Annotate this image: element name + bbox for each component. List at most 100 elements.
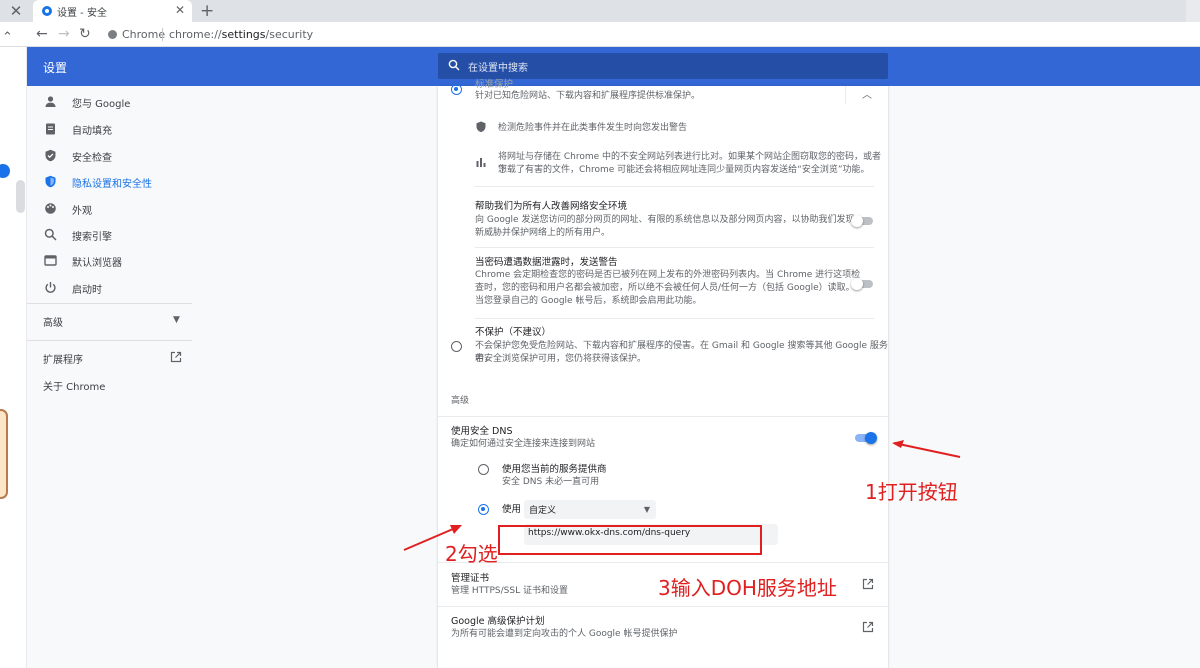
password-warn-title: 当密码遭遇数据泄露时，发送警告 <box>475 257 618 268</box>
sidebar-item-appearance[interactable]: 外观 <box>27 197 192 221</box>
side-panel-strip <box>0 47 27 668</box>
toggle-knob <box>851 215 863 227</box>
current-provider-desc: 安全 DNS 未必一直可用 <box>502 477 600 487</box>
search-icon <box>448 59 460 71</box>
tab-title: 设置 - 安全 <box>57 8 107 19</box>
sidebar-item-you-and-google[interactable]: 您与 Google <box>27 90 192 114</box>
external-link-icon[interactable] <box>862 578 874 590</box>
sidebar-item-label: 默认浏览器 <box>72 258 122 269</box>
standard-bullet-2-line-2: 下载了有害的文件，Chrome 可能还会将相应网址连同少量网页内容发送给“安全浏… <box>498 165 870 175</box>
secure-dns-title: 使用安全 DNS <box>451 426 513 437</box>
divider <box>438 606 888 607</box>
chrome-icon <box>108 30 117 39</box>
side-panel-icon[interactable] <box>0 164 10 178</box>
password-warn-line-2: 查时，您的密码和用户名都会被加密，所以绝不会被任何人员/任何一方（包括 Goog… <box>475 283 855 293</box>
current-provider-label: 使用您当前的服务提供商 <box>502 464 607 475</box>
advanced-protection-title[interactable]: Google 高级保护计划 <box>451 615 545 628</box>
sidebar-divider <box>27 340 192 341</box>
standard-bullet-1: 检测危险事件并在此类事件发生时向您发出警告 <box>498 123 688 133</box>
dns-provider-select[interactable]: 自定义 ▼ <box>524 500 656 519</box>
standard-desc: 针对已知危险网站、下载内容和扩展程序提供标准保护。 <box>475 91 701 101</box>
sidebar-item-label: 启动时 <box>72 285 102 296</box>
annotation-step-2: 2勾选 <box>445 542 498 566</box>
toggle-knob <box>851 278 863 290</box>
power-icon <box>45 282 56 293</box>
select-value: 自定义 <box>529 506 557 516</box>
reload-icon[interactable]: ↻ <box>79 26 91 42</box>
settings-search[interactable]: 在设置中搜索 <box>438 53 888 79</box>
omnibox[interactable]: Chrome chrome://settings/security <box>100 24 1190 45</box>
caret-down-icon: ▼ <box>643 505 650 514</box>
arrow-icon <box>892 440 961 458</box>
manage-certs-title[interactable]: 管理证书 <box>451 572 489 585</box>
manage-certs-desc: 管理 HTTPS/SSL 证书和设置 <box>451 586 568 596</box>
sidebar-item-safety-check[interactable]: 安全检查 <box>27 144 192 168</box>
annotation-step-3: 3输入DOH服务地址 <box>658 576 837 600</box>
annotation-step-1: 1打开按钮 <box>865 480 958 504</box>
radio-no-protection[interactable] <box>451 341 462 352</box>
external-link-icon[interactable] <box>170 351 182 363</box>
palette-icon <box>45 203 56 214</box>
advanced-heading: 高级 <box>451 396 470 406</box>
close-icon[interactable]: ✕ <box>6 3 26 19</box>
password-warn-line-3: 当您登录自己的 Google 帐号后，系统即会启用此功能。 <box>475 296 702 306</box>
sidebar-divider <box>27 303 192 304</box>
chevron-up-icon[interactable]: ⌃ <box>2 30 13 45</box>
toolbar: ⌃ ← → ↻ Chrome chrome://settings/securit… <box>0 22 1200 47</box>
sidebar-item-search-engine[interactable]: 搜索引擎 <box>27 223 192 247</box>
page-title: 设置 <box>43 61 68 75</box>
external-link-icon[interactable] <box>862 621 874 633</box>
new-tab-button[interactable]: + <box>200 1 214 21</box>
help-improve-toggle[interactable] <box>851 215 873 227</box>
sidebar-extensions[interactable]: 扩展程序 <box>43 351 83 366</box>
secure-dns-toggle[interactable] <box>855 432 877 444</box>
divider <box>475 186 874 187</box>
divider <box>438 416 888 417</box>
settings-header: 设置 在设置中搜索 <box>27 47 1200 86</box>
caret-down-icon[interactable]: ▼ <box>173 315 180 325</box>
shield-icon <box>476 121 486 132</box>
scrollbar[interactable] <box>16 180 25 213</box>
chevron-up-icon[interactable]: ︿ <box>862 86 872 101</box>
sticker-image <box>0 409 8 499</box>
sidebar-advanced[interactable]: 高级 <box>43 314 63 329</box>
sidebar-about-chrome[interactable]: 关于 Chrome <box>43 378 105 393</box>
forward-icon[interactable]: → <box>58 26 70 42</box>
sidebar-item-label: 外观 <box>72 206 92 217</box>
sidebar-item-privacy-security[interactable]: 隐私设置和安全性 <box>27 170 192 194</box>
person-icon <box>45 96 56 107</box>
clipboard-icon <box>46 123 55 135</box>
search-input[interactable]: 在设置中搜索 <box>468 59 528 74</box>
password-warn-line-1: Chrome 会定期检查您的密码是否已被列在网上发布的外泄密码列表内。当 Chr… <box>475 270 861 280</box>
radio-standard-protection[interactable] <box>451 84 462 95</box>
omnibox-url: chrome://settings/security <box>169 28 314 41</box>
help-improve-line-1: 向 Google 发送您访问的部分网页的网址、有限的系统信息以及部分网页内容，以… <box>475 215 855 225</box>
sidebar-item-on-startup[interactable]: 启动时 <box>27 276 192 300</box>
secure-dns-desc: 确定如何通过安全连接来连接到网站 <box>451 439 596 449</box>
sidebar-item-label: 自动填充 <box>72 126 112 137</box>
bar-chart-icon <box>476 158 486 167</box>
help-improve-title: 帮助我们为所有人改善网络安全环境 <box>475 201 628 212</box>
no-protection-title: 不保护（不建议） <box>475 327 552 338</box>
omnibox-site: Chrome <box>122 28 166 41</box>
gear-icon <box>42 6 52 16</box>
advanced-protection-desc: 为所有可能会遭到定向攻击的个人 Google 帐号提供保护 <box>451 629 678 639</box>
toggle-knob <box>865 432 877 444</box>
tab-settings[interactable]: 设置 - 安全 ✕ <box>33 0 192 22</box>
annotation-highlight-box <box>498 525 762 555</box>
tab-strip: ✕ 设置 - 安全 ✕ + <box>0 0 1200 22</box>
sidebar-item-label: 您与 Google <box>72 99 131 110</box>
settings-sidebar: 您与 Google 自动填充 安全检查 隐私设置和安全性 外观 搜索引擎 默认浏… <box>27 86 192 668</box>
radio-current-provider[interactable] <box>478 464 489 475</box>
divider <box>438 562 888 563</box>
window-edge <box>1186 0 1200 22</box>
sidebar-item-default-browser[interactable]: 默认浏览器 <box>27 249 192 273</box>
password-warn-toggle[interactable] <box>851 278 873 290</box>
shield-icon <box>45 175 56 188</box>
sidebar-item-autofill[interactable]: 自动填充 <box>27 117 192 141</box>
divider <box>475 318 874 319</box>
help-improve-line-2: 新威胁并保护网络上的所有用户。 <box>475 228 611 238</box>
back-icon[interactable]: ← <box>36 26 48 42</box>
radio-custom-provider[interactable] <box>478 504 489 515</box>
tab-close-icon[interactable]: ✕ <box>175 3 185 17</box>
